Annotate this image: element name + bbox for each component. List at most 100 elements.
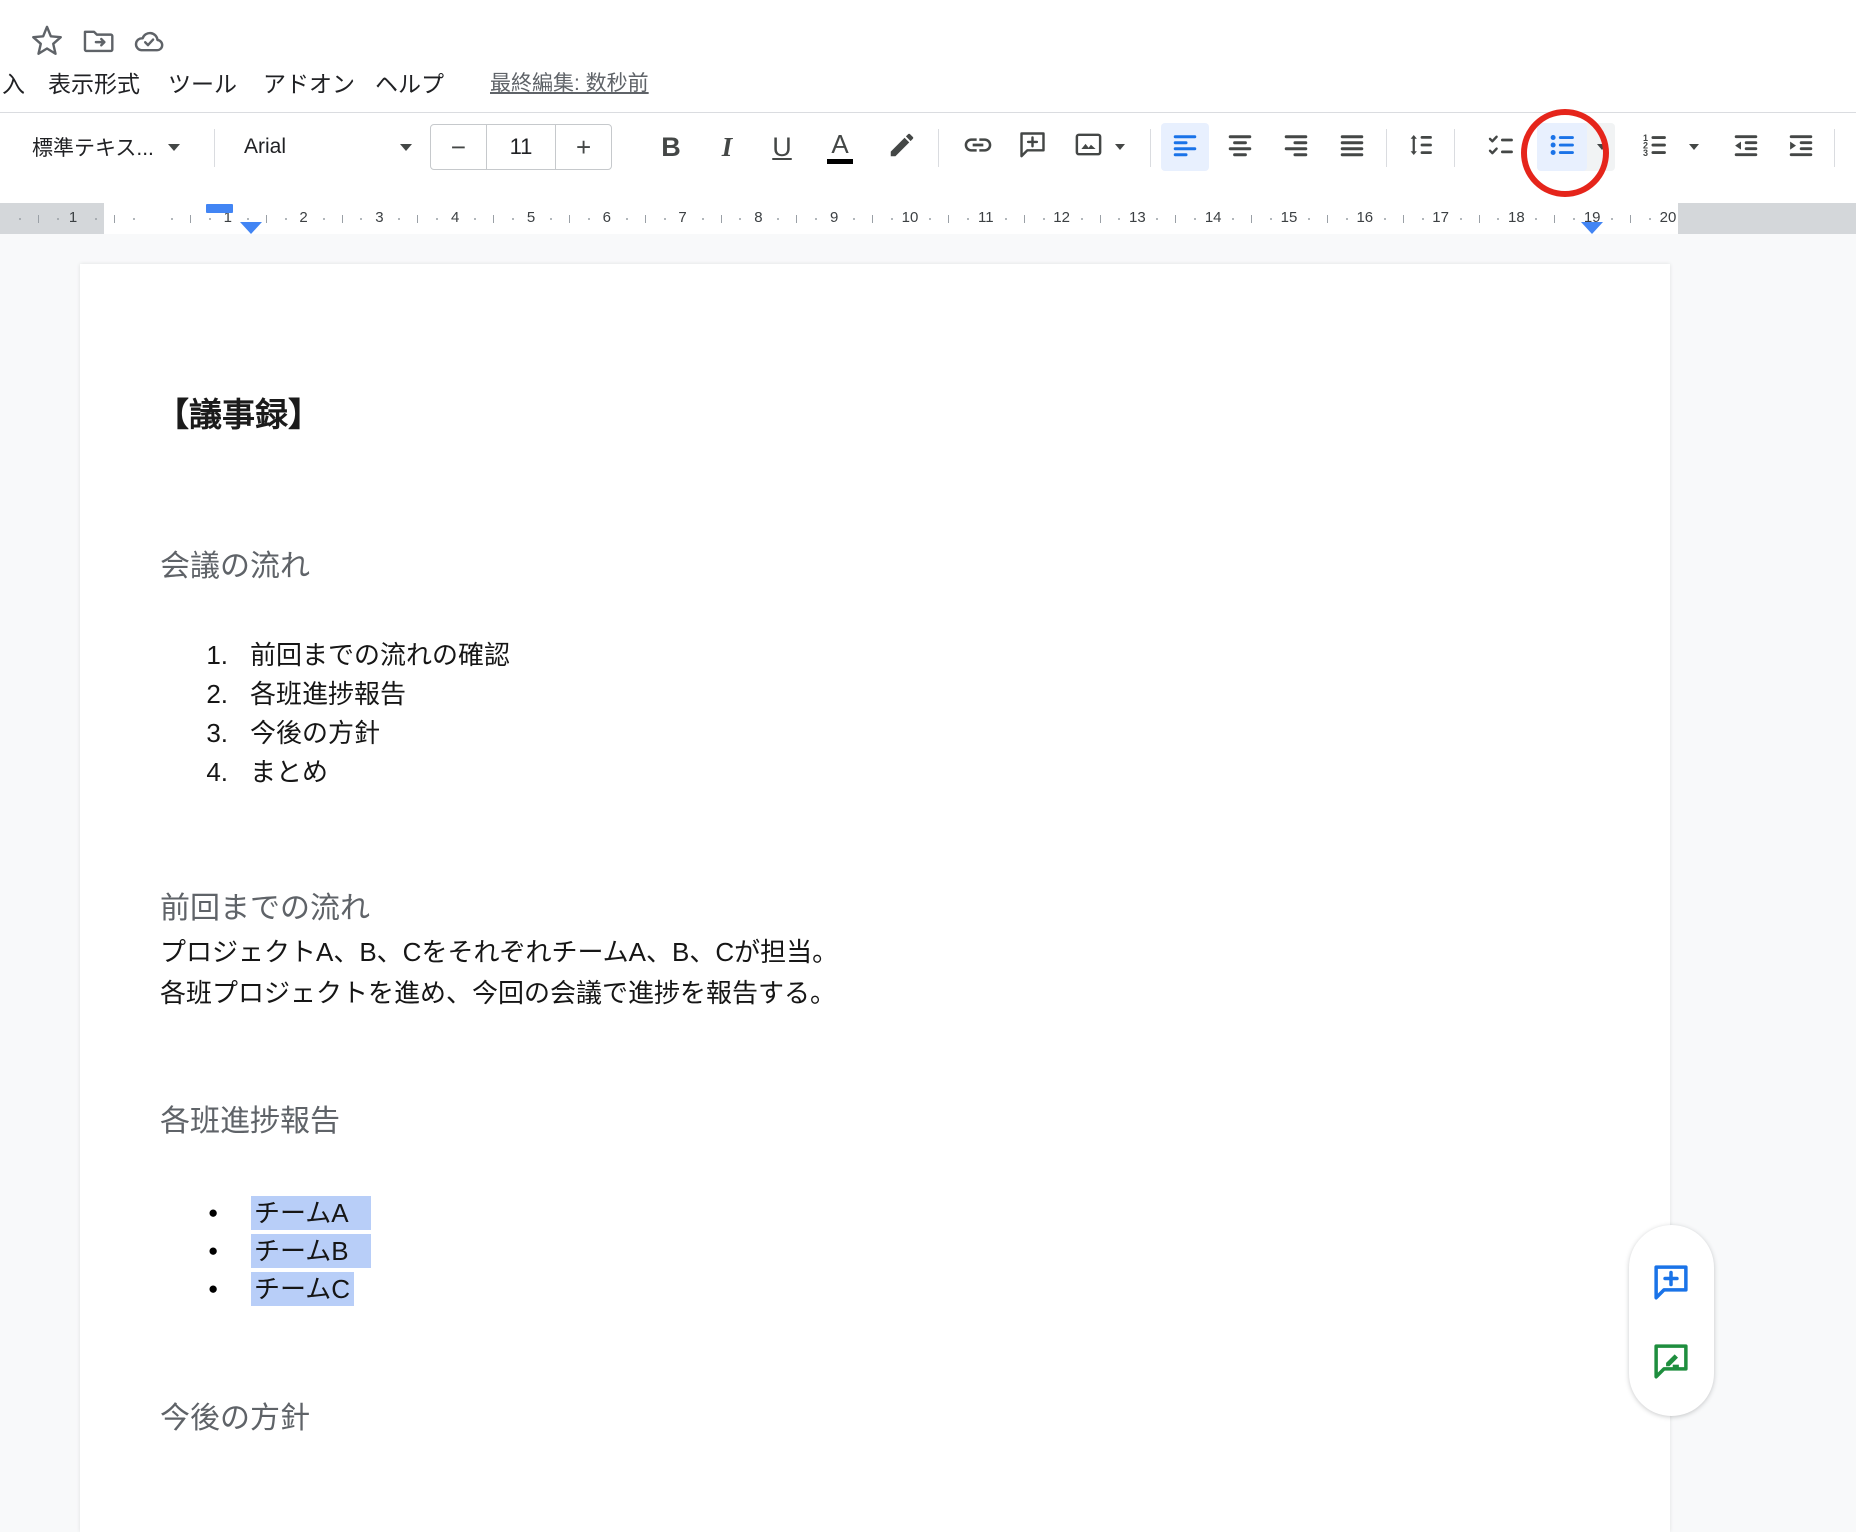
add-comment-button[interactable] [1008, 123, 1056, 171]
insert-image-dropdown[interactable] [1106, 123, 1132, 171]
paint-format-icon [887, 130, 917, 165]
bulleted-list-icon [1547, 130, 1577, 165]
comment-add-icon [1650, 1261, 1692, 1303]
bulleted-list-control [1537, 123, 1615, 171]
heading-agenda[interactable]: 会議の流れ [160, 541, 310, 585]
ruler-right-margin-zone [1678, 203, 1856, 234]
numbered-list-item[interactable]: 2. 各班進捗報告 [80, 675, 1670, 714]
right-indent-marker[interactable] [1581, 222, 1603, 234]
insert-link-button[interactable] [954, 123, 1002, 171]
suggest-edit-icon [1650, 1340, 1692, 1382]
paragraph-line[interactable]: プロジェクトA、B、CをそれぞれチームA、B、Cが担当。 [160, 932, 838, 972]
menubar: 入 表示形式 ツール アドオン ヘルプ 最終編集: 数秒前 [0, 66, 1856, 104]
ruler-margin-number: 1 [69, 209, 77, 226]
bold-label: B [661, 132, 681, 163]
align-justify-icon [1337, 130, 1367, 165]
selected-text[interactable]: チームA [251, 1196, 371, 1230]
list-number: 1. [160, 636, 228, 675]
first-line-indent-marker[interactable] [206, 204, 233, 213]
bold-button[interactable]: B [647, 123, 695, 171]
menu-item-help[interactable]: ヘルプ [375, 68, 444, 100]
line-spacing-button[interactable] [1396, 123, 1444, 171]
align-center-icon [1225, 130, 1255, 165]
toolbar-divider [214, 129, 215, 167]
bulleted-list-dropdown[interactable] [1587, 144, 1615, 150]
italic-button[interactable]: I [703, 123, 751, 171]
selected-text[interactable]: チームC [251, 1272, 354, 1306]
heading-policy[interactable]: 今後の方針 [160, 1393, 310, 1437]
numbered-list-control: 123 [1629, 123, 1707, 171]
increase-font-size-button[interactable]: + [556, 125, 611, 169]
italic-label: I [722, 132, 733, 163]
add-comment-floating-button[interactable] [1647, 1258, 1695, 1306]
numbered-list-item[interactable]: 1. 前回までの流れの確認 [80, 636, 1670, 675]
decrease-font-size-button[interactable]: − [431, 125, 486, 169]
paragraph-line[interactable]: 各班プロジェクトを進め、今回の会議で進捗を報告する。 [160, 973, 836, 1013]
list-text[interactable]: 各班進捗報告 [250, 675, 406, 714]
toolbar: 標準テキス... Arial − 11 + B I U A [0, 112, 1856, 204]
cloud-check-icon[interactable] [130, 22, 168, 60]
bullet-marker: ● [208, 1194, 218, 1232]
folder-move-icon[interactable] [79, 22, 117, 60]
bulleted-list-item[interactable]: ● チームB [80, 1232, 1670, 1270]
menu-item-format[interactable]: 表示形式 [48, 68, 140, 100]
left-indent-marker[interactable] [240, 222, 262, 234]
last-edited-link[interactable]: 最終編集: 数秒前 [490, 68, 649, 100]
underline-button[interactable]: U [758, 123, 806, 171]
star-icon[interactable] [28, 22, 66, 60]
list-number: 4. [160, 753, 228, 792]
document-title[interactable]: 【議事録】 [156, 388, 321, 436]
numbered-list-button[interactable]: 123 [1629, 123, 1679, 171]
bullet-marker: ● [208, 1270, 218, 1308]
selected-text[interactable]: チームB [251, 1234, 371, 1268]
list-text[interactable]: 今後の方針 [250, 714, 380, 753]
bulleted-list-item[interactable]: ● チームC [80, 1270, 1670, 1308]
image-icon [1073, 129, 1104, 165]
chevron-down-icon [1689, 144, 1699, 150]
ruler: 1 1234567891011121314151617181920 [0, 203, 1856, 234]
titlebar [0, 0, 1856, 66]
align-left-button[interactable] [1161, 123, 1209, 171]
bulleted-list-item[interactable]: ● チームA [80, 1194, 1670, 1232]
insert-image-button[interactable] [1064, 123, 1112, 171]
chevron-down-icon [168, 144, 180, 151]
floating-action-pill [1629, 1225, 1714, 1416]
align-center-button[interactable] [1216, 123, 1264, 171]
underline-label: U [772, 132, 792, 163]
numbered-list-item[interactable]: 3. 今後の方針 [80, 714, 1670, 753]
decrease-indent-icon [1731, 130, 1761, 165]
menu-item-insert-clipped[interactable]: 入 [2, 68, 25, 100]
svg-text:3: 3 [1643, 147, 1648, 157]
paint-format-button[interactable] [878, 123, 926, 171]
comment-add-icon [1017, 129, 1048, 165]
heading-progress[interactable]: 各班進捗報告 [160, 1096, 340, 1140]
link-icon [962, 129, 994, 166]
text-color-button[interactable]: A [816, 123, 864, 171]
document-page[interactable]: 【議事録】 会議の流れ 1. 前回までの流れの確認 2. 各班進捗報告 3. 今… [80, 264, 1670, 1532]
checklist-button[interactable] [1477, 123, 1525, 171]
numbered-list-item[interactable]: 4. まとめ [80, 753, 1670, 792]
numbered-list-dropdown[interactable] [1679, 144, 1707, 150]
google-docs-app: 入 表示形式 ツール アドオン ヘルプ 最終編集: 数秒前 標準テキス... A… [0, 0, 1856, 1532]
bulleted-list-button[interactable] [1537, 123, 1587, 171]
chevron-down-icon [1597, 144, 1607, 150]
heading-previous[interactable]: 前回までの流れ [160, 883, 370, 927]
font-size-value[interactable]: 11 [486, 125, 556, 169]
decrease-indent-button[interactable] [1722, 123, 1770, 171]
list-text[interactable]: まとめ [250, 753, 328, 792]
suggest-edits-button[interactable] [1647, 1337, 1695, 1385]
chevron-down-icon [400, 144, 412, 151]
menu-item-tools[interactable]: ツール [168, 68, 237, 100]
font-family-dropdown[interactable]: Arial [244, 123, 412, 171]
list-number: 3. [160, 714, 228, 753]
align-justify-button[interactable] [1328, 123, 1376, 171]
increase-indent-button[interactable] [1777, 123, 1825, 171]
list-number: 2. [160, 675, 228, 714]
align-right-button[interactable] [1272, 123, 1320, 171]
increase-indent-icon [1786, 130, 1816, 165]
paragraph-style-dropdown[interactable]: 標準テキス... [26, 123, 204, 171]
menu-item-addons[interactable]: アドオン [263, 68, 355, 100]
list-text[interactable]: 前回までの流れの確認 [250, 636, 510, 675]
paragraph-style-label: 標準テキス... [32, 132, 154, 162]
numbered-list-icon: 123 [1639, 130, 1669, 165]
